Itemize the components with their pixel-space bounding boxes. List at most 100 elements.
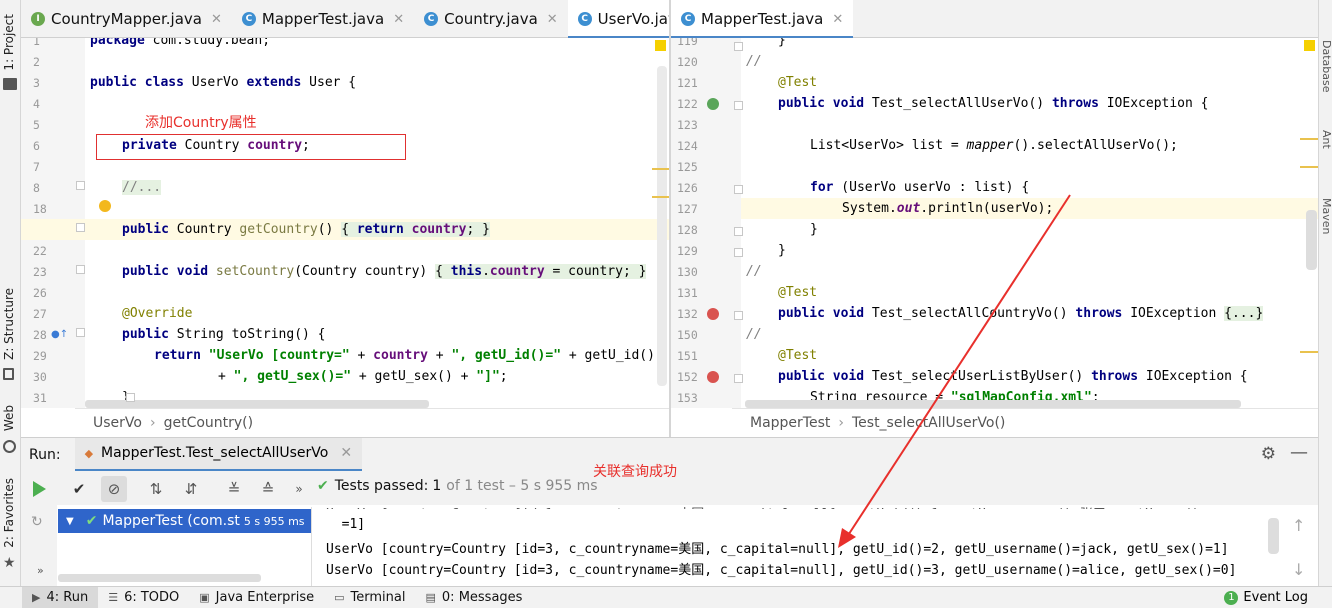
line-number: 152	[677, 370, 698, 384]
messages-icon: ▤	[425, 591, 436, 604]
line-number: 132	[677, 307, 698, 321]
fold-marker[interactable]	[76, 328, 85, 337]
close-icon[interactable]: ✕	[211, 12, 222, 27]
ant-tool-tab[interactable]: Ant	[1320, 130, 1332, 149]
breadcrumb-method[interactable]: getCountry()	[164, 415, 254, 431]
bottom-tab-label: Terminal	[350, 590, 406, 605]
expand-icon[interactable]: »	[37, 564, 44, 577]
line-number: 30	[33, 370, 47, 384]
minimize-icon[interactable]: —	[1290, 442, 1308, 463]
line-number: 119	[677, 38, 698, 48]
event-log[interactable]: 1 Event Log	[1224, 590, 1308, 605]
fold-marker[interactable]	[734, 42, 743, 51]
tree-row[interactable]: ▼ ✔ MapperTest (com.st 5 s 955 ms	[58, 509, 311, 533]
change-marker	[1300, 138, 1318, 140]
close-icon[interactable]: ✕	[832, 12, 843, 27]
line-number: 6	[33, 139, 40, 153]
fold-marker[interactable]	[734, 311, 743, 320]
tab-label: MapperTest.java	[261, 10, 385, 28]
left-editor[interactable]: 1234567818192223262728293031 package com…	[21, 38, 669, 408]
java-class-icon: C	[681, 12, 695, 26]
left-scrollbar[interactable]	[657, 66, 667, 386]
right-scrollbar[interactable]	[1306, 210, 1317, 270]
fold-marker[interactable]	[734, 101, 743, 110]
fold-marker[interactable]	[76, 181, 85, 190]
fold-marker[interactable]	[76, 223, 85, 232]
bottom-tab[interactable]: ▶ 4: Run	[22, 586, 99, 608]
bottom-tab-label: 4: Run	[46, 590, 89, 605]
right-editor[interactable]: 119 120 121 122 123 124 125 126 127 128 129 130 131 1…	[671, 38, 1318, 408]
console-output[interactable]: UserVo [country=Country [id=1, c_country…	[313, 507, 1275, 586]
star-icon: ★	[3, 555, 16, 571]
run-config-tab[interactable]: ◆ MapperTest.Test_selectAllUserVo ✕	[74, 437, 363, 472]
sort-duration-icon[interactable]: ⇵	[182, 480, 200, 498]
editor-tab[interactable]: C Country.java ✕	[414, 0, 568, 38]
breadcrumb-class[interactable]: MapperTest	[750, 415, 830, 431]
editor-tab[interactable]: I CountryMapper.java ✕	[21, 0, 232, 38]
java-class-icon: C	[577, 12, 592, 26]
passed-summary: of 1 test – 5 s 955 ms	[446, 478, 598, 494]
gear-icon[interactable]: ⚙	[1261, 444, 1276, 464]
fold-marker[interactable]	[734, 185, 743, 194]
maven-tool-tab[interactable]: Maven	[1320, 198, 1332, 234]
rerun-failed-icon[interactable]: ↻	[31, 514, 43, 530]
override-marker-icon[interactable]: ●↑	[51, 329, 68, 340]
bottom-tab[interactable]: ▭ Terminal	[324, 587, 415, 608]
scroll-up-icon[interactable]: ↑	[1292, 516, 1305, 535]
rerun-icon[interactable]	[33, 481, 46, 497]
expand-all-icon[interactable]: ≚	[225, 480, 243, 498]
web-tool-tab[interactable]: Web	[2, 405, 16, 431]
left-hscrollbar[interactable]	[85, 400, 429, 408]
line-number: 22	[33, 244, 47, 258]
console-scrollbar[interactable]	[1268, 518, 1279, 554]
run-test-ok-icon[interactable]	[707, 98, 719, 110]
java-class-icon: C	[424, 12, 439, 26]
favorites-tool-tab[interactable]: 2: Favorites	[2, 478, 16, 548]
fold-marker[interactable]	[76, 265, 85, 274]
left-breadcrumb: UserVo › getCountry()	[75, 408, 669, 436]
bottom-tab[interactable]: ☰ 6: TODO	[98, 587, 189, 608]
check-icon: ✔	[85, 513, 98, 529]
chevron-down-icon[interactable]: ▼	[66, 516, 74, 527]
java-class-icon: C	[241, 12, 256, 26]
run-test-error-icon[interactable]	[707, 308, 719, 320]
line-number: 121	[677, 76, 698, 90]
editor-tab[interactable]: C MapperTest.java ✕	[232, 0, 414, 38]
structure-tool-tab[interactable]: Z: Structure	[2, 288, 16, 360]
bottom-tab-label: 6: TODO	[124, 590, 180, 605]
collapse-all-icon[interactable]: ≙	[259, 480, 277, 498]
scroll-down-icon[interactable]: ↓	[1292, 560, 1305, 579]
run-config-label: MapperTest.Test_selectAllUserVo	[101, 445, 329, 461]
show-ignored-icon[interactable]: ⊘	[101, 476, 127, 502]
show-passed-icon[interactable]: ✔	[70, 480, 88, 498]
change-marker	[1300, 351, 1318, 353]
java-class-icon: I	[31, 12, 45, 26]
right-hscrollbar[interactable]	[745, 400, 1241, 408]
project-tool-tab[interactable]: 1: Project	[2, 14, 16, 71]
bottom-tab[interactable]: ▣ Java Enterprise	[189, 587, 324, 608]
bulb-icon[interactable]	[99, 200, 111, 212]
database-tool-tab[interactable]: Database	[1320, 40, 1332, 93]
editor-tab[interactable]: C MapperTest.java ✕	[671, 0, 854, 39]
line-number: 2	[33, 55, 40, 69]
close-icon[interactable]: ✕	[393, 12, 404, 27]
fold-marker[interactable]	[734, 227, 743, 236]
run-test-error-icon[interactable]	[707, 371, 719, 383]
more-icon[interactable]: »	[290, 480, 308, 498]
close-icon[interactable]: ✕	[340, 445, 352, 461]
breadcrumb-method[interactable]: Test_selectAllUserVo()	[852, 415, 1005, 431]
change-marker	[652, 168, 669, 170]
bottom-tab[interactable]: ▤ 0: Messages	[416, 587, 533, 608]
test-tree[interactable]: ▼ ✔ MapperTest (com.st 5 s 955 ms	[58, 507, 312, 586]
close-icon[interactable]: ✕	[547, 12, 558, 27]
fold-marker[interactable]	[734, 374, 743, 383]
breadcrumb-class[interactable]: UserVo	[93, 415, 142, 431]
run-icon: ▶	[32, 591, 41, 604]
fold-marker[interactable]	[126, 393, 135, 402]
line-number: 131	[677, 286, 698, 300]
fold-marker[interactable]	[734, 248, 743, 257]
line-number: 150	[677, 328, 698, 342]
change-marker	[652, 196, 669, 198]
sort-alpha-icon[interactable]: ⇅	[147, 480, 165, 498]
tree-hscrollbar[interactable]	[58, 574, 261, 582]
